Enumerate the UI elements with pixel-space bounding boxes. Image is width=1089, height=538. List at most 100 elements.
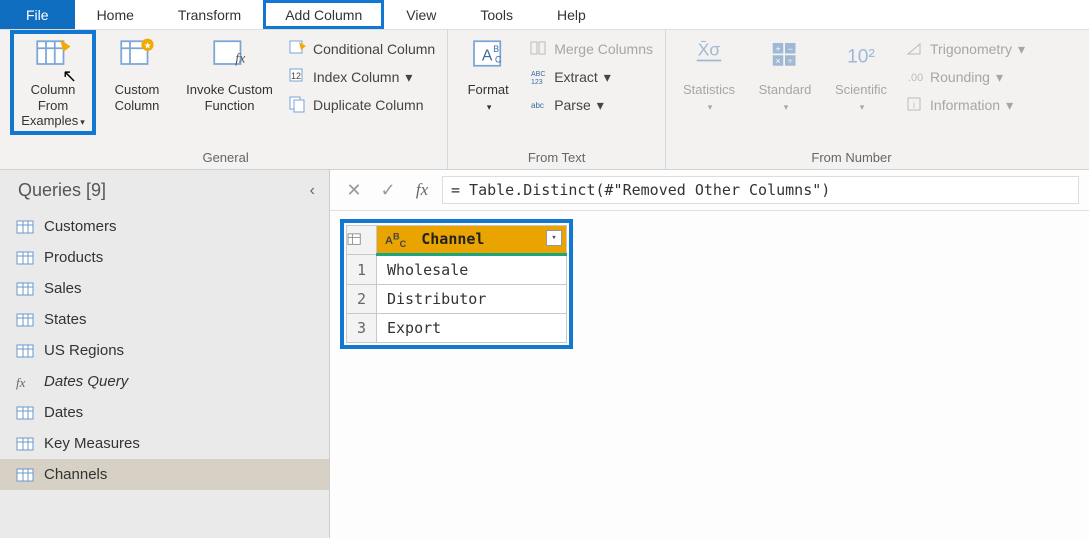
merge-icon bbox=[530, 40, 548, 58]
query-label: US Regions bbox=[44, 342, 124, 359]
sidebar-item-customers[interactable]: Customers bbox=[0, 211, 329, 242]
tab-help[interactable]: Help bbox=[535, 0, 608, 29]
group-general: Column From Examples▾ ↖ ★ Custom Column … bbox=[0, 30, 448, 169]
row-number: 1 bbox=[347, 255, 377, 285]
svg-text:ABC: ABC bbox=[531, 71, 545, 78]
query-label: Channels bbox=[44, 466, 107, 483]
standard-icon: +−×÷ bbox=[764, 36, 806, 78]
query-list: Customers Products Sales States US Regions fx… bbox=[0, 211, 329, 490]
svg-text:i: i bbox=[913, 100, 915, 110]
row-number: 3 bbox=[347, 314, 377, 343]
rounding-icon: .00 bbox=[906, 68, 924, 86]
scientific-icon: 10² bbox=[840, 36, 882, 78]
content-area: ✕ ✓ fx = Table.Distinct(#"Removed Other … bbox=[330, 170, 1089, 538]
index-icon: 12 bbox=[289, 68, 307, 86]
custom-column-label: Custom Column bbox=[104, 82, 170, 113]
svg-text:X̄σ: X̄σ bbox=[698, 39, 721, 59]
column-from-examples-label: Column From Examples▾ bbox=[16, 82, 90, 129]
custom-column-button[interactable]: ★ Custom Column bbox=[102, 34, 172, 115]
svg-text:×: × bbox=[775, 56, 780, 66]
cell[interactable]: Wholesale bbox=[377, 255, 567, 285]
sidebar-item-states[interactable]: States bbox=[0, 304, 329, 335]
sidebar-item-us-regions[interactable]: US Regions bbox=[0, 335, 329, 366]
standard-label: Standard▾ bbox=[759, 82, 812, 113]
tab-file[interactable]: File bbox=[0, 0, 75, 29]
svg-text:12: 12 bbox=[291, 71, 301, 81]
extract-button[interactable]: ABC123 Extract▾ bbox=[528, 66, 655, 88]
query-label: Customers bbox=[44, 218, 117, 235]
tab-transform[interactable]: Transform bbox=[156, 0, 263, 29]
table-row[interactable]: 3Export bbox=[347, 314, 567, 343]
table-icon bbox=[16, 251, 34, 265]
column-header-channel[interactable]: ABC Channel ▾ bbox=[377, 226, 567, 255]
query-label: Dates bbox=[44, 404, 83, 421]
trigonometry-button[interactable]: Trigonometry▾ bbox=[904, 38, 1027, 60]
query-label: Products bbox=[44, 249, 103, 266]
group-label-from-text: From Text bbox=[458, 150, 655, 167]
query-label: Sales bbox=[44, 280, 82, 297]
duplicate-icon bbox=[289, 96, 307, 114]
index-column-button[interactable]: 12 Index Column▾ bbox=[287, 66, 437, 88]
formula-cancel-button[interactable]: ✕ bbox=[340, 178, 368, 202]
svg-text:+: + bbox=[775, 44, 780, 54]
table-icon bbox=[16, 282, 34, 296]
fx-icon: fx bbox=[16, 375, 34, 389]
group-from-text: ABC Format▾ Merge Columns ABC123 Extract… bbox=[448, 30, 666, 169]
tab-view[interactable]: View bbox=[384, 0, 458, 29]
ribbon: Column From Examples▾ ↖ ★ Custom Column … bbox=[0, 30, 1089, 170]
table-corner-button[interactable] bbox=[347, 226, 377, 255]
sidebar-item-sales[interactable]: Sales bbox=[0, 273, 329, 304]
custom-column-icon: ★ bbox=[116, 36, 158, 78]
duplicate-column-button[interactable]: Duplicate Column bbox=[287, 94, 437, 116]
statistics-label: Statistics▾ bbox=[683, 82, 735, 113]
group-label-from-number: From Number bbox=[676, 150, 1027, 167]
format-button[interactable]: ABC Format▾ bbox=[458, 34, 518, 115]
format-icon: ABC bbox=[467, 36, 509, 78]
query-label: Key Measures bbox=[44, 435, 140, 452]
cell[interactable]: Distributor bbox=[377, 285, 567, 314]
group-label-general: General bbox=[14, 150, 437, 167]
table-icon bbox=[16, 313, 34, 327]
group-from-number: X̄σ Statistics▾ +−×÷ Standard▾ 10² Scien… bbox=[666, 30, 1037, 169]
tab-add-column[interactable]: Add Column bbox=[263, 0, 384, 29]
merge-columns-button[interactable]: Merge Columns bbox=[528, 38, 655, 60]
conditional-column-button[interactable]: Conditional Column bbox=[287, 38, 437, 60]
format-label: Format▾ bbox=[468, 82, 509, 113]
scientific-button[interactable]: 10² Scientific▾ bbox=[828, 34, 894, 115]
table-row[interactable]: 2Distributor bbox=[347, 285, 567, 314]
table-icon bbox=[16, 437, 34, 451]
formula-commit-button[interactable]: ✓ bbox=[374, 178, 402, 202]
sidebar-item-dates[interactable]: Dates bbox=[0, 397, 329, 428]
row-number: 2 bbox=[347, 285, 377, 314]
information-button[interactable]: i Information▾ bbox=[904, 94, 1027, 116]
formula-bar: ✕ ✓ fx = Table.Distinct(#"Removed Other … bbox=[330, 170, 1089, 211]
cell[interactable]: Export bbox=[377, 314, 567, 343]
rounding-button[interactable]: .00 Rounding▾ bbox=[904, 66, 1027, 88]
column-from-examples-button[interactable]: Column From Examples▾ ↖ bbox=[14, 34, 92, 131]
collapse-sidebar-button[interactable]: ‹ bbox=[310, 182, 315, 200]
sidebar-item-key-measures[interactable]: Key Measures bbox=[0, 428, 329, 459]
sidebar-item-products[interactable]: Products bbox=[0, 242, 329, 273]
parse-icon: abc bbox=[530, 96, 548, 114]
information-icon: i bbox=[906, 96, 924, 114]
svg-text:B: B bbox=[493, 44, 499, 54]
tab-tools[interactable]: Tools bbox=[458, 0, 535, 29]
formula-input[interactable]: = Table.Distinct(#"Removed Other Columns… bbox=[442, 176, 1079, 204]
statistics-button[interactable]: X̄σ Statistics▾ bbox=[676, 34, 742, 115]
table-row[interactable]: 1Wholesale bbox=[347, 255, 567, 285]
svg-text:−: − bbox=[788, 44, 793, 54]
invoke-fn-icon: fx bbox=[209, 36, 251, 78]
filter-button[interactable]: ▾ bbox=[546, 230, 562, 246]
svg-text:C: C bbox=[495, 54, 501, 64]
queries-title: Queries [9] bbox=[18, 180, 106, 201]
chevron-down-icon: ▾ bbox=[597, 97, 604, 114]
standard-button[interactable]: +−×÷ Standard▾ bbox=[752, 34, 818, 115]
sidebar-item-dates-query[interactable]: fxDates Query bbox=[0, 366, 329, 397]
chevron-down-icon: ▾ bbox=[1018, 41, 1025, 58]
parse-button[interactable]: abc Parse▾ bbox=[528, 94, 655, 116]
invoke-custom-function-label: Invoke Custom Function bbox=[184, 82, 275, 113]
table-icon bbox=[16, 220, 34, 234]
tab-home[interactable]: Home bbox=[75, 0, 156, 29]
invoke-custom-function-button[interactable]: fx Invoke Custom Function bbox=[182, 34, 277, 115]
sidebar-item-channels[interactable]: Channels bbox=[0, 459, 329, 490]
